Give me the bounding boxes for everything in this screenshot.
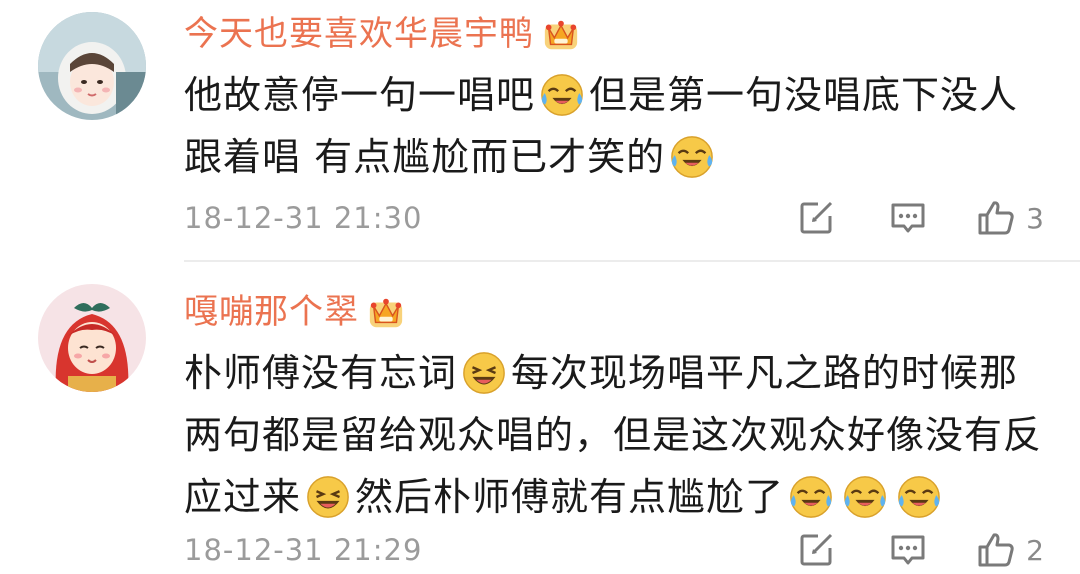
- username-row: 今天也要喜欢华晨宇鸭: [184, 12, 580, 56]
- avatar[interactable]: [38, 284, 146, 392]
- like-button[interactable]: 3: [976, 198, 1044, 238]
- comment-actions: 3: [796, 196, 1044, 240]
- comment-icon[interactable]: [888, 198, 928, 238]
- comment-text: 他故意停一句一唱吧 但是第一句没唱底下没人 跟着唱 有点尴尬而已才笑的: [184, 64, 1044, 188]
- comment-item: 嘎嘣那个翠 朴师傅没有忘词 每次现场唱平凡之路的时候那 两句都是留给观众唱的，但…: [0, 262, 1080, 574]
- laugh-cry-emoji-icon: [539, 72, 585, 118]
- laugh-cry-emoji-icon: [842, 474, 888, 520]
- crown-badge-icon: [542, 15, 580, 53]
- repost-icon[interactable]: [796, 198, 836, 238]
- comment-footer: 18-12-31 21:29 2: [184, 528, 1044, 572]
- comment-footer: 18-12-31 21:30 3: [184, 196, 1044, 240]
- username[interactable]: 今天也要喜欢华晨宇鸭: [184, 12, 534, 56]
- like-count: 2: [1026, 533, 1044, 567]
- thumbs-up-icon[interactable]: [976, 198, 1016, 238]
- comment-text-segment: 朴师傅没有忘词: [184, 351, 458, 395]
- laugh-cry-emoji-icon: [788, 474, 834, 520]
- thumbs-up-icon[interactable]: [976, 530, 1016, 570]
- repost-icon[interactable]: [796, 530, 836, 570]
- avatar[interactable]: [38, 12, 146, 120]
- comment-text-segment: 然后朴师傅就有点尴尬了: [355, 475, 785, 519]
- laughing-emoji-icon: [305, 474, 351, 520]
- comment-text-segment: 应过来: [184, 475, 302, 519]
- username[interactable]: 嘎嘣那个翠: [184, 290, 359, 334]
- timestamp: 18-12-31 21:29: [184, 533, 423, 567]
- crown-badge-icon: [367, 293, 405, 331]
- laugh-cry-emoji-icon: [669, 134, 715, 180]
- laugh-cry-emoji-icon: [896, 474, 942, 520]
- comment-icon[interactable]: [888, 530, 928, 570]
- comment-text-segment: 跟着唱 有点尴尬而已才笑的: [184, 135, 666, 179]
- like-button[interactable]: 2: [976, 530, 1044, 570]
- comment-text: 朴师傅没有忘词 每次现场唱平凡之路的时候那 两句都是留给观众唱的，但是这次观众好…: [184, 342, 1044, 528]
- like-count: 3: [1026, 201, 1044, 235]
- username-row: 嘎嘣那个翠: [184, 290, 405, 334]
- comment-actions: 2: [796, 528, 1044, 572]
- comment-item: 今天也要喜欢华晨宇鸭 他故意停一句一唱吧 但是第一句没唱底下没人 跟着唱 有点尴…: [0, 0, 1080, 262]
- comment-text-segment: 两句都是留给观众唱的，但是这次观众好像没有反: [184, 413, 1043, 457]
- laughing-emoji-icon: [461, 350, 507, 396]
- comment-text-segment: 他故意停一句一唱吧: [184, 73, 536, 117]
- timestamp: 18-12-31 21:30: [184, 201, 423, 235]
- comment-text-segment: 但是第一句没唱底下没人: [589, 73, 1019, 117]
- comment-text-segment: 每次现场唱平凡之路的时候那: [511, 351, 1019, 395]
